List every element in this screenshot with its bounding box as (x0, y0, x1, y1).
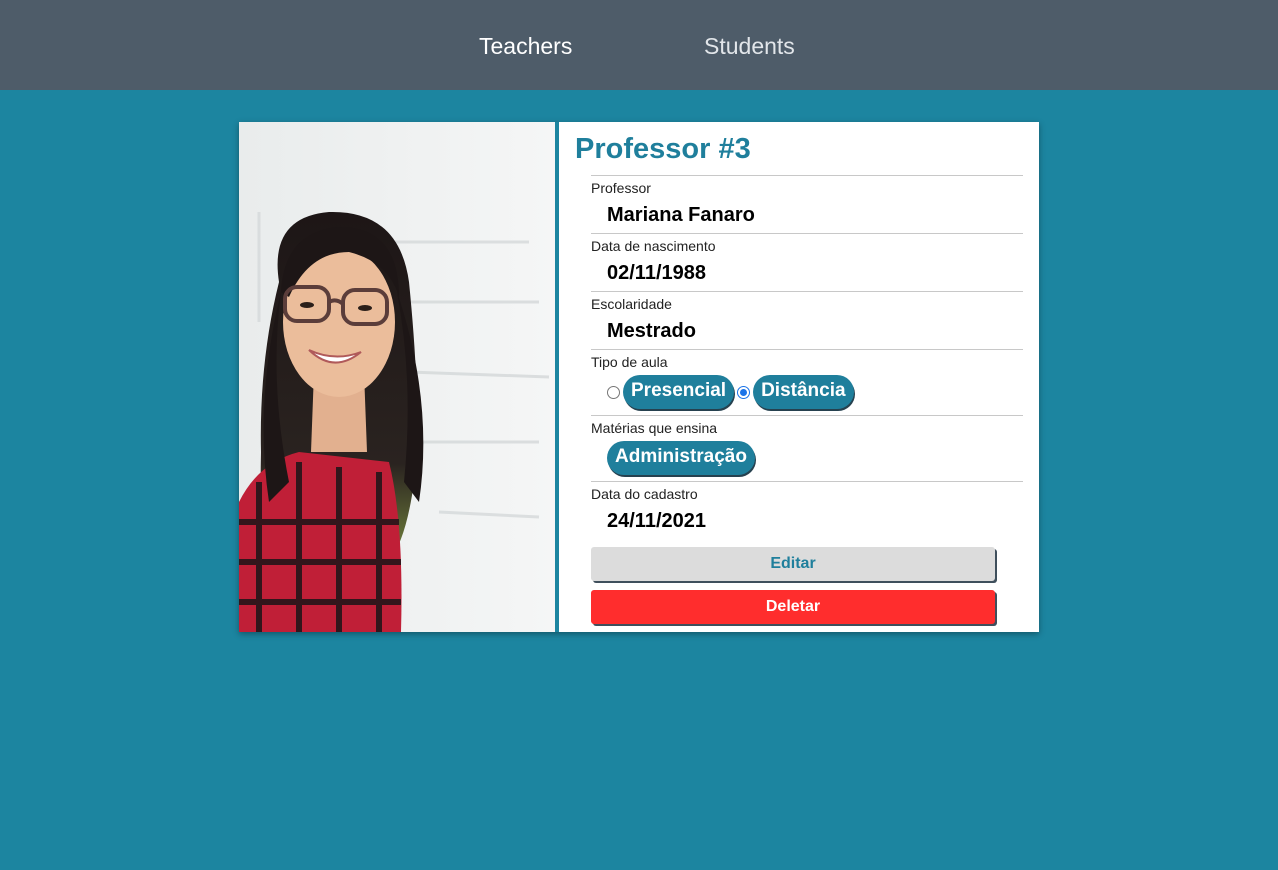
field-class-type: Tipo de aula Presencial Distância (591, 349, 1023, 415)
field-education: Escolaridade Mestrado (591, 291, 1023, 349)
edit-button[interactable]: Editar (591, 547, 995, 581)
teacher-card: Professor #3 Professor Mariana Fanaro Da… (239, 122, 1039, 632)
nav-students-link[interactable]: Students (704, 32, 795, 60)
field-subjects: Matérias que ensina Administração (591, 415, 1023, 481)
radio-presencial[interactable] (607, 385, 620, 399)
field-birth-date: Data de nascimento 02/11/1988 (591, 233, 1023, 291)
field-registration-date: Data do cadastro 24/11/2021 (591, 481, 1023, 541)
field-value: 24/11/2021 (607, 510, 706, 532)
field-professor: Professor Mariana Fanaro (591, 175, 1023, 233)
class-type-option-distancia[interactable]: Distância (753, 375, 854, 409)
teacher-details: Professor #3 Professor Mariana Fanaro Da… (559, 122, 1039, 632)
field-value: Mestrado (607, 320, 696, 342)
field-label: Escolaridade (591, 296, 672, 312)
subjects-list: Administração (607, 441, 758, 475)
field-label: Matérias que ensina (591, 420, 718, 436)
field-label: Tipo de aula (591, 354, 668, 370)
field-label: Professor (591, 180, 651, 196)
subject-pill: Administração (607, 441, 755, 475)
radio-distancia[interactable] (737, 385, 751, 399)
field-label: Data de nascimento (591, 238, 716, 254)
field-label: Data do cadastro (591, 486, 698, 502)
teacher-photo (239, 122, 555, 632)
top-navbar: Teachers Students (0, 0, 1278, 90)
nav-teachers-link[interactable]: Teachers (479, 32, 572, 60)
delete-button[interactable]: Deletar (591, 590, 995, 624)
field-value: 02/11/1988 (607, 262, 706, 284)
field-value: Mariana Fanaro (607, 204, 755, 226)
class-type-radio-group: Presencial Distância (607, 375, 857, 409)
card-title: Professor #3 (575, 133, 751, 165)
class-type-option-presencial[interactable]: Presencial (623, 375, 735, 409)
